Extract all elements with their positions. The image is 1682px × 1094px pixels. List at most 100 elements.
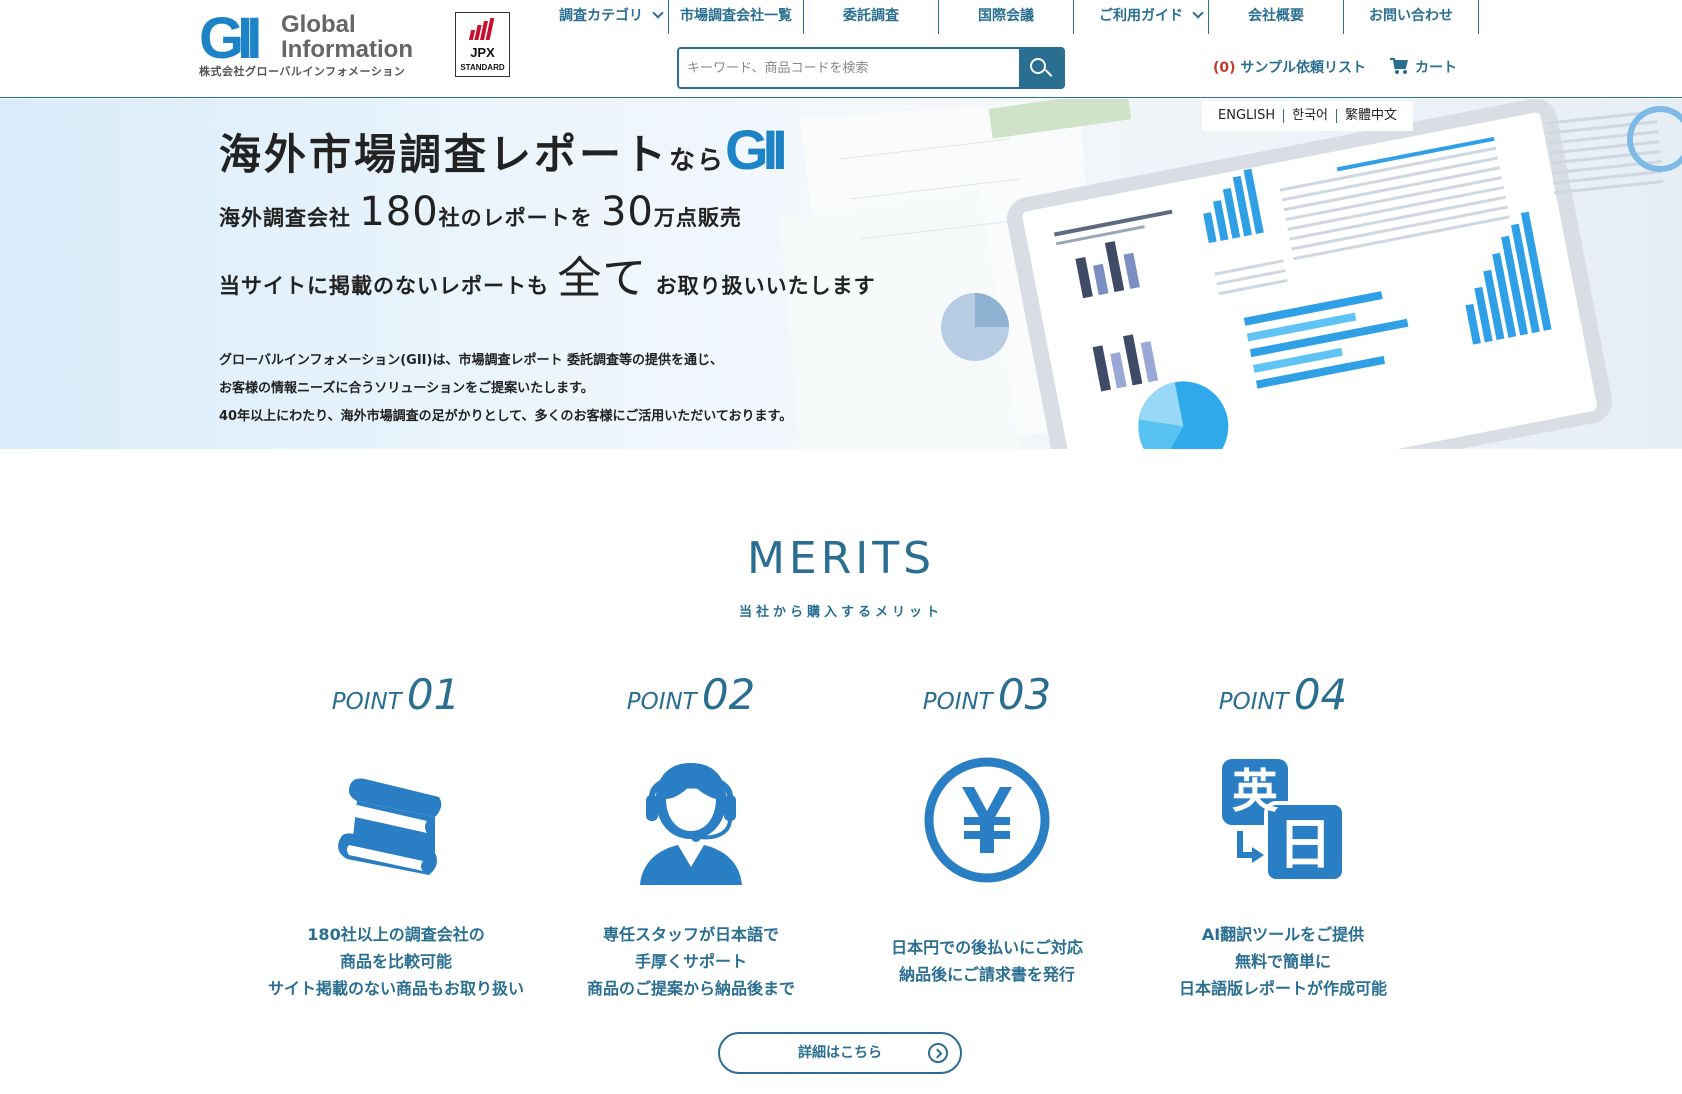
nav-label: 会社概要 [1248,8,1304,24]
site-header: GII Global Information 株式会社グローバルインフォメーショ… [0,0,1682,98]
logo-wordmark: Global Information [281,12,413,62]
search-button[interactable] [1019,49,1063,87]
translate-icon-en: 英 [1232,764,1279,818]
logo-line2: Information [281,36,413,63]
lang-english[interactable]: ENGLISH [1210,109,1283,123]
merit-point-01: POINT 01 180社以上の調査会社の 商品を比較可能 サイト掲載のない商品… [246,670,546,1002]
language-switcher: ENGLISH 한국어 繁體中文 [1202,101,1414,131]
gii-logo[interactable]: GII Global Information 株式会社グローバルインフォメーショ… [199,6,421,79]
hero-line-3: 当サイトに掲載のないレポートも 全て お取り扱いいたします [219,242,876,306]
logo-line1: Global [281,11,356,38]
point-description: 専任スタッフが日本語で 手厚くサポート 商品のご提案から納品後まで [541,921,841,1002]
hero-desc-line: グローバルインフォメーション(GII)は、市場調査レポート 委託調査等の提供を通… [219,353,723,368]
point-line: 手厚くサポート [634,952,747,971]
merits-subtitle: 当社から購入するメリット [738,605,943,620]
nav-usage-guide[interactable]: ご利用ガイド [1074,0,1209,34]
lang-traditional-chinese[interactable]: 繁體中文 [1336,109,1405,123]
hero-l2-num1: 180 [359,189,439,235]
hero-l2-a: 海外調査会社 [219,206,351,230]
hero-brand-logo: GII [725,118,788,181]
nav-commissioned-research[interactable]: 委託調査 [804,0,939,34]
search-icon [1030,58,1046,74]
point-number: 04 [1293,670,1348,719]
hero-banner: ENGLISH 한국어 繁體中文 海外市場調査レポートならGII 海外調査会社 … [0,99,1682,449]
headset-operator-icon [626,755,756,885]
chevron-right-circle-icon [928,1043,948,1063]
nav-label: 国際会議 [978,8,1034,24]
point-heading: POINT 03 [837,670,1137,719]
yen-icon [922,755,1052,885]
hero-l3-b: お取り扱いいたします [655,274,876,298]
nav-label: ご利用ガイド [1099,8,1183,24]
cart-label: カート [1415,60,1457,76]
nav-company-profile[interactable]: 会社概要 [1209,0,1344,34]
point-line: サイト掲載のない商品もお取り扱い [267,979,524,998]
point-line: 無料で簡単に [1234,952,1331,971]
merits-detail-button[interactable]: 詳細はこちら [718,1032,962,1074]
point-line: 日本円での後払いにご対応 [891,938,1083,957]
tablet-report-illustration [780,99,1682,449]
merit-point-04: POINT 04 英 日 AI翻訳ツールをご提供 無料で簡単に 日本語版レポート… [1133,670,1433,1002]
point-number: 03 [997,670,1052,719]
hero-l2-num2: 30 [600,189,654,235]
hero-description: グローバルインフォメーション(GII)は、市場調査レポート 委託調査等の提供を通… [219,347,792,431]
nav-conferences[interactable]: 国際会議 [939,0,1074,34]
point-heading: POINT 01 [246,670,546,719]
nav-label: 委託調査 [843,8,899,24]
chevron-down-icon [1192,7,1204,19]
point-number: 01 [406,670,461,719]
nav-label: お問い合わせ [1369,8,1453,24]
point-line: AI翻訳ツールをご提供 [1201,925,1365,944]
merit-point-02: POINT 02 専任スタッフが日本語で 手厚くサポート 商品のご提案から納品後… [541,670,841,1002]
jpx-label: JPX [470,45,495,60]
sample-count: (0) [1213,60,1236,76]
hero-headline: 海外市場調査レポートならGII [219,118,788,182]
search-input[interactable] [679,49,1019,87]
cart-icon [1390,58,1409,74]
hero-line-2: 海外調査会社 180社のレポートを 30万点販売 [219,189,742,235]
hero-headline-nara: なら [669,146,726,176]
hero-headline-main: 海外市場調査レポート [219,130,670,179]
point-word: POINT [922,689,993,715]
logo-company-name: 株式会社グローバルインフォメーション [199,65,406,78]
hero-desc-line: 40年以上にわたり、海外市場調査の足がかりとして、多くのお客様にご活用いただいて… [219,409,793,424]
point-description: 180社以上の調査会社の 商品を比較可能 サイト掲載のない商品もお取り扱い [246,921,546,1002]
nav-research-category[interactable]: 調査カテゴリ [534,0,669,34]
point-word: POINT [626,689,697,715]
point-line: 専任スタッフが日本語で [602,925,779,944]
point-line: 180社以上の調査会社の [307,925,485,944]
lang-korean[interactable]: 한국어 [1283,109,1336,123]
hero-desc-line: お客様の情報ニーズに合うソリューションをご提案いたします。 [219,381,594,396]
point-line: 日本語版レポートが作成可能 [1178,979,1387,998]
point-description: AI翻訳ツールをご提供 無料で簡単に 日本語版レポートが作成可能 [1133,921,1433,1002]
translate-icon-ja: 日 [1278,813,1332,876]
point-line: 納品後にご請求書を発行 [899,965,1075,984]
point-line: 商品を比較可能 [339,952,452,971]
jpx-sub: STANDARD [460,63,505,72]
merits-title: MERITS [746,533,936,584]
hero-l3-big: 全て [557,253,648,304]
point-heading: POINT 04 [1133,670,1433,719]
nav-contact[interactable]: お問い合わせ [1344,0,1479,34]
point-word: POINT [331,689,402,715]
point-description: 日本円での後払いにご対応 納品後にご請求書を発行 [837,934,1137,988]
detail-button-label: 詳細はこちら [798,1045,882,1061]
nav-research-companies[interactable]: 市場調査会社一覧 [669,0,804,34]
hero-l2-b: 社のレポートを [438,206,593,230]
nav-label: 調査カテゴリ [559,8,643,24]
books-icon [331,755,461,885]
hero-l2-c: 万点販売 [653,206,742,230]
jpx-standard-badge: JPX STANDARD [455,12,510,77]
merit-point-03: POINT 03 日本円での後払いにご対応 納品後にご請求書を発行 [837,670,1137,988]
main-nav: 調査カテゴリ 市場調査会社一覧 委託調査 国際会議 ご利用ガイド 会社概要 お問… [534,0,1479,34]
translate-icon: 英 日 [1218,755,1348,885]
sample-list-label: サンプル依頼リスト [1240,60,1367,76]
point-word: POINT [1218,689,1289,715]
logo-mark: GII [199,6,262,71]
jpx-logo-icon [468,18,496,40]
point-heading: POINT 02 [541,670,841,719]
sample-request-list-link[interactable]: (0) サンプル依頼リスト [1213,57,1366,77]
point-line: 商品のご提案から納品後まで [586,979,795,998]
point-number: 02 [701,670,756,719]
cart-link[interactable]: カート [1390,57,1457,77]
